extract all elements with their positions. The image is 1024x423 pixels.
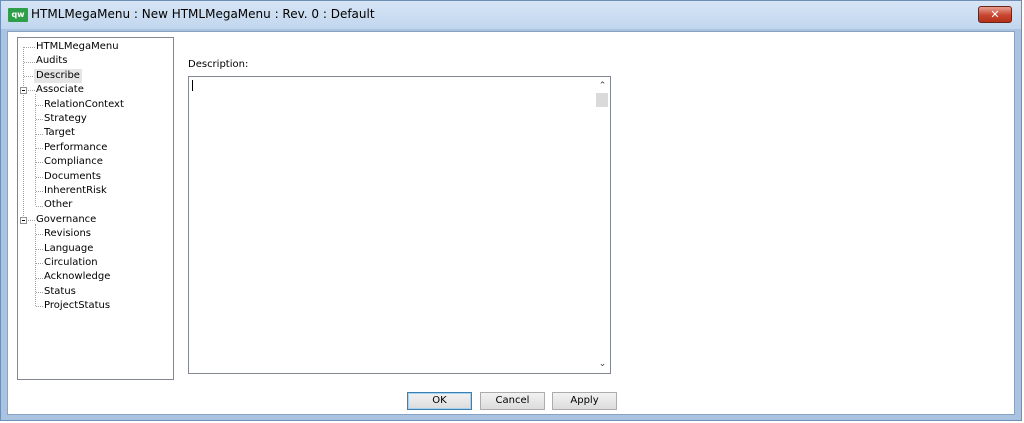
dialog-body: HTMLMegaMenu Audits Describe Associate Relat… [7,31,1015,415]
tree-guide-line [24,62,35,63]
title-bar[interactable]: qw HTMLMegaMenu : New HTMLMegaMenu : Rev… [1,1,1021,29]
tree-guide-line [36,134,43,135]
tree-item-describe[interactable]: Describe [34,68,82,83]
scroll-up-icon[interactable]: ⌃ [595,79,610,93]
tree-item-status[interactable]: Status [44,285,76,299]
tree-guide-line [35,94,36,206]
description-textarea[interactable]: ⌃ ⌄ [188,76,611,374]
tree-item-acknowledge[interactable]: Acknowledge [44,270,110,284]
tree-guide-line [24,47,35,48]
tree-guide-line [36,263,43,264]
scroll-down-icon[interactable]: ⌄ [595,357,610,371]
tree-item-strategy[interactable]: Strategy [44,112,87,126]
tree-item-compliance[interactable]: Compliance [44,155,103,169]
tree-guide-line [36,249,43,250]
tree-guide-line [23,47,24,220]
tree-item-inherentrisk[interactable]: InherentRisk [44,184,107,198]
tree-guide-line [36,177,43,178]
tree-item-performance[interactable]: Performance [44,141,107,155]
window-title: HTMLMegaMenu : New HTMLMegaMenu : Rev. 0… [31,7,375,21]
tree-guide-line [36,234,43,235]
tree-guide-line [36,162,43,163]
tree-item-documents[interactable]: Documents [44,170,101,184]
tree-collapse-icon[interactable] [20,87,27,94]
tree-item-other[interactable]: Other [44,198,72,212]
dialog-window: qw HTMLMegaMenu : New HTMLMegaMenu : Rev… [0,0,1022,421]
tree-guide-line [36,306,43,307]
tree-guide-line [35,224,36,307]
tree-item-associate[interactable]: Associate [36,83,84,97]
tree-item-circulation[interactable]: Circulation [44,256,98,270]
tree-collapse-icon[interactable] [20,217,27,224]
tree-item-htmlmegamenu[interactable]: HTMLMegaMenu [36,40,119,54]
close-button[interactable]: ✕ [978,6,1012,23]
scroll-thumb[interactable] [596,93,608,107]
tree-guide-line [36,191,43,192]
cancel-button[interactable]: Cancel [480,392,545,410]
tree-guide-line [36,148,43,149]
ok-button[interactable]: OK [407,392,472,410]
text-caret [192,80,193,91]
description-label: Description: [188,59,249,70]
tree-guide-line [36,119,43,120]
tree-item-relationcontext[interactable]: RelationContext [44,98,124,112]
tree-guide-line [36,278,43,279]
tree-guide-line [36,105,43,106]
tree-item-revisions[interactable]: Revisions [44,227,91,241]
close-icon: ✕ [990,8,1000,21]
tree-item-governance[interactable]: Governance [36,213,96,227]
tree-item-language[interactable]: Language [44,242,93,256]
tree-guide-line [36,292,43,293]
tree-item-audits[interactable]: Audits [36,54,67,68]
apply-button[interactable]: Apply [552,392,617,410]
tree-guide-line [36,206,43,207]
vertical-scrollbar[interactable]: ⌃ ⌄ [595,77,610,373]
tree-item-target[interactable]: Target [44,126,75,140]
app-icon: qw [8,8,28,22]
navigation-tree[interactable]: HTMLMegaMenu Audits Describe Associate Relat… [17,37,174,380]
tree-item-projectstatus[interactable]: ProjectStatus [44,299,110,313]
